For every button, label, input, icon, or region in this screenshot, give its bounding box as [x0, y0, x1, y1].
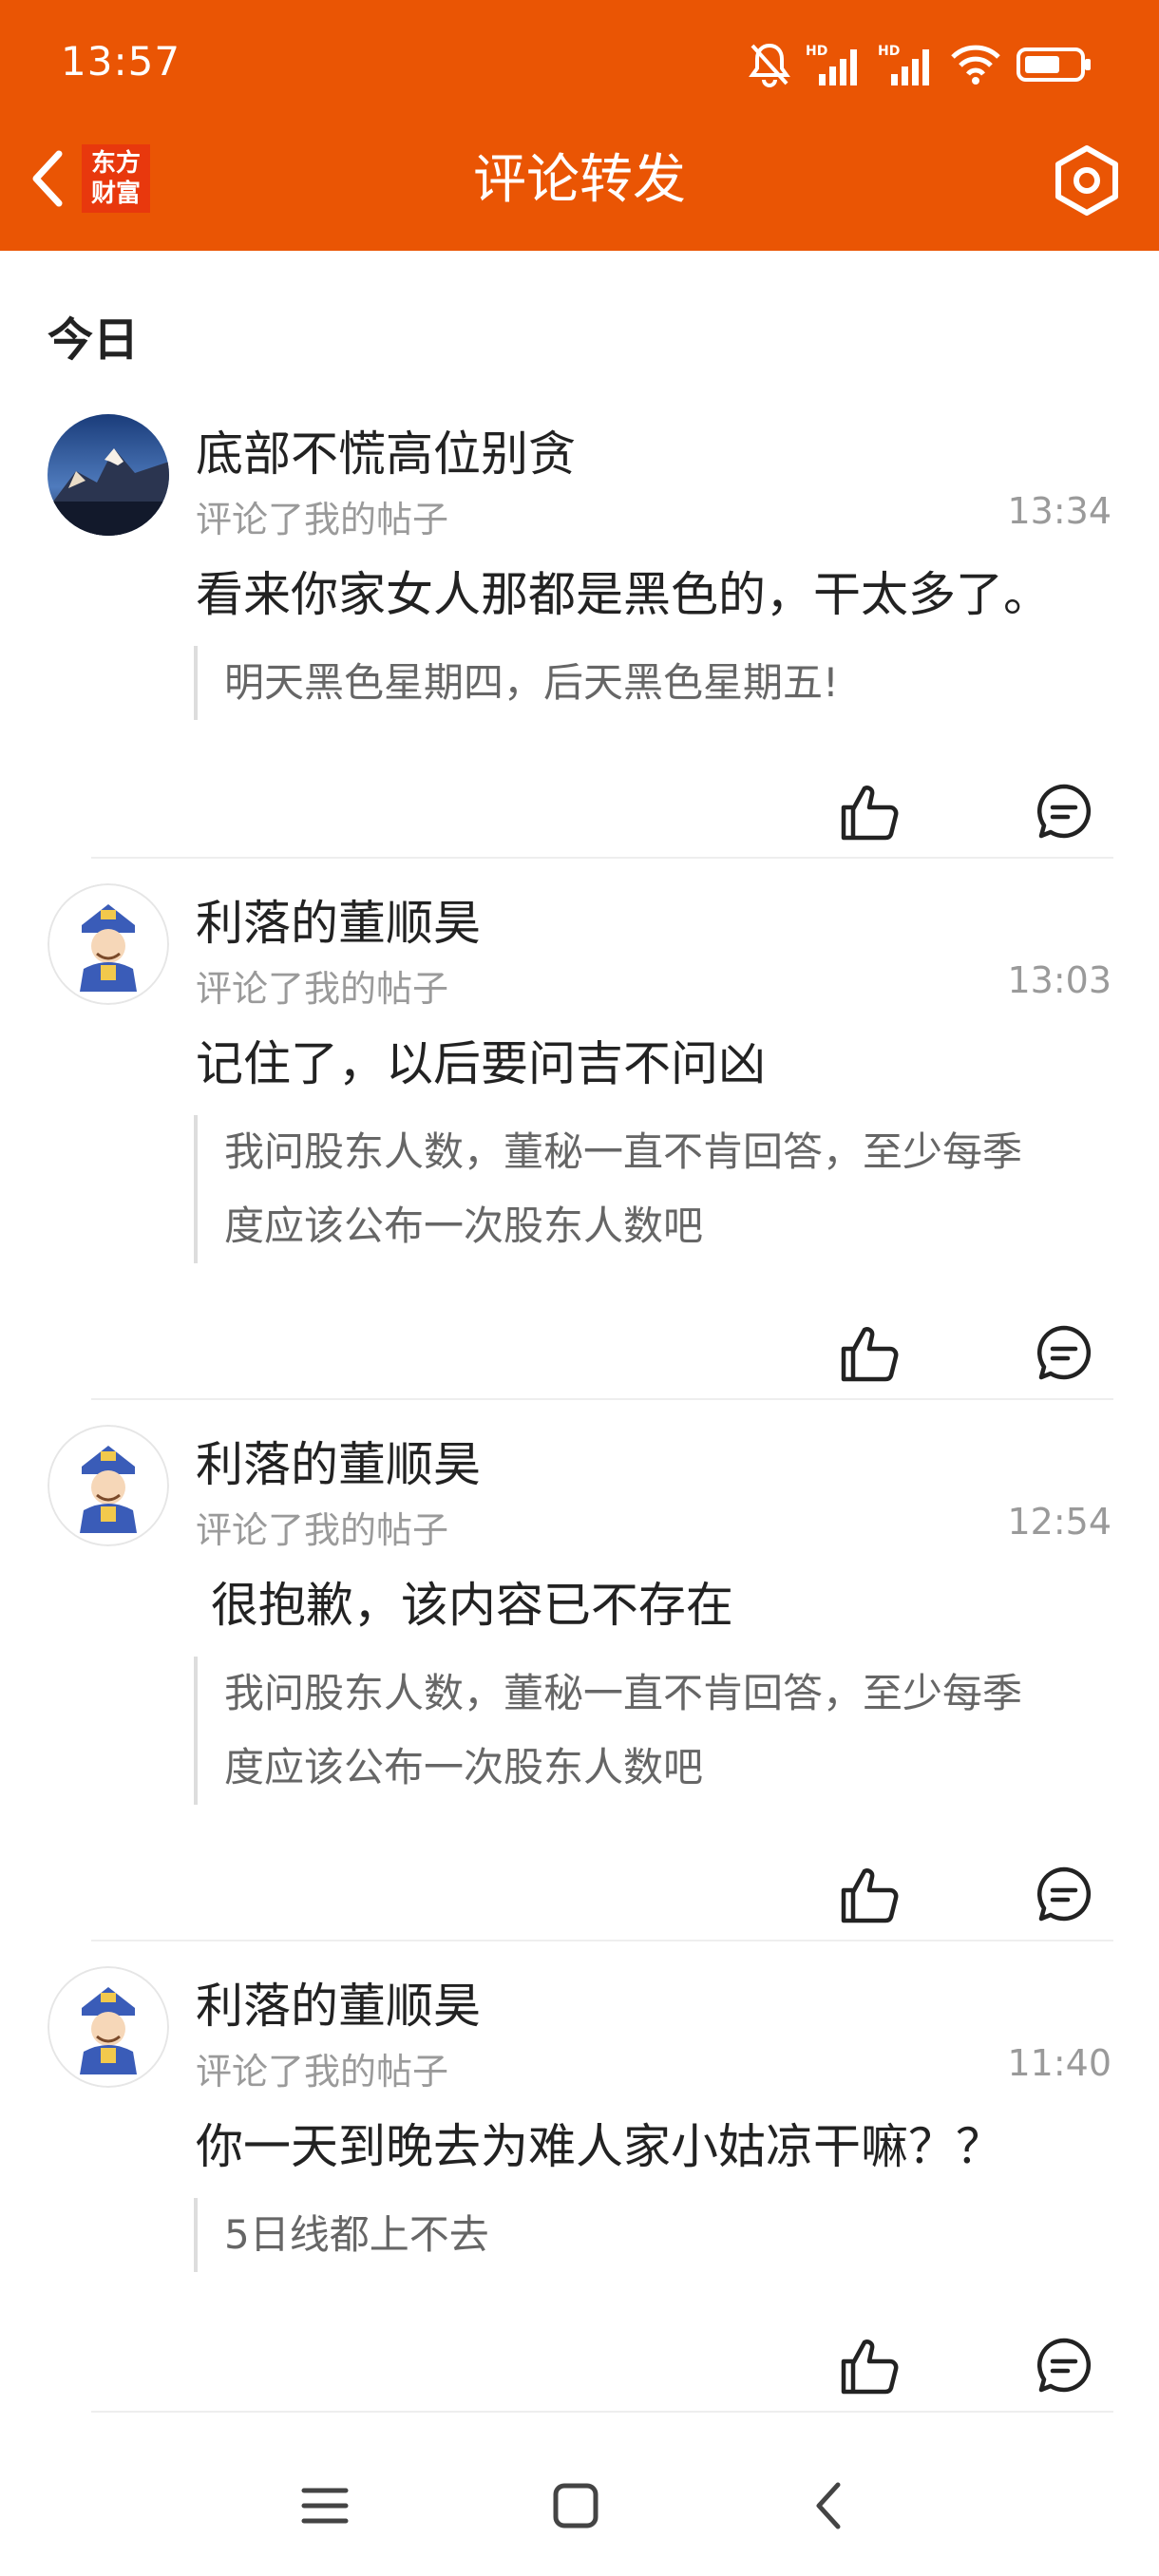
quote-line: 明天黑色星期四，后天黑色星期五! [224, 659, 839, 706]
avatar[interactable] [48, 883, 169, 1005]
comment-bubble-icon [1034, 1322, 1094, 1387]
status-time: 13:57 [61, 38, 181, 85]
settings-button[interactable] [1047, 142, 1127, 222]
section-label-today: 今日 [48, 313, 140, 367]
system-nav-bar [0, 2432, 1159, 2576]
quote-line: 度应该公布一次股东人数吧 [224, 1203, 704, 1249]
top-bar: 13:57 HD HD 东方 财富 评论转发 [0, 0, 1159, 251]
quote-line: 我问股东人数，董秘一直不肯回答，至少每季 [224, 1128, 1023, 1175]
mute-bell-icon [749, 42, 790, 87]
wifi-icon [950, 44, 1001, 85]
thumbs-up-icon [840, 1864, 901, 1928]
home-square-icon [552, 2482, 599, 2533]
reply-button[interactable] [1026, 1858, 1102, 1934]
home-button[interactable] [538, 2470, 614, 2546]
quote-line: 5日线都上不去 [224, 2211, 489, 2258]
thumbs-up-icon [840, 2335, 901, 2399]
thumbs-up-icon [840, 1322, 901, 1387]
divider [91, 1398, 1113, 1400]
quote-line: 度应该公布一次股东人数吧 [224, 1744, 704, 1790]
quoted-post[interactable]: 明天黑色星期四，后天黑色星期五! [194, 646, 1136, 720]
quoted-post[interactable]: 我问股东人数，董秘一直不肯回答，至少每季 度应该公布一次股东人数吧 [194, 1115, 1136, 1263]
action-text: 评论了我的帖子 [196, 1509, 449, 1551]
username[interactable]: 底部不慌高位别贪 [196, 416, 576, 484]
avatar[interactable] [48, 414, 169, 536]
divider [91, 2411, 1113, 2413]
back-nav-button[interactable] [790, 2470, 866, 2546]
comment-text[interactable]: 看来你家女人那都是黑色的，干太多了。 [196, 557, 1117, 625]
quote-line: 我问股东人数，董秘一直不肯回答，至少每季 [224, 1670, 1023, 1716]
action-text: 评论了我的帖子 [196, 499, 449, 540]
action-text: 评论了我的帖子 [196, 968, 449, 1010]
like-button[interactable] [832, 775, 908, 851]
timestamp: 13:03 [1007, 959, 1112, 1001]
svg-text:HD: HD [878, 44, 900, 59]
quoted-post[interactable]: 我问股东人数，董秘一直不肯回答，至少每季 度应该公布一次股东人数吧 [194, 1657, 1136, 1805]
hd-signal-icon: HD [806, 42, 863, 87]
like-button[interactable] [832, 1858, 908, 1934]
comment-text[interactable]: 很抱歉，该内容已不存在 [196, 1567, 1117, 1636]
avatar[interactable] [48, 1425, 169, 1546]
timestamp: 11:40 [1007, 2042, 1112, 2084]
comment-bubble-icon [1034, 781, 1094, 845]
svg-text:HD: HD [806, 44, 827, 59]
username[interactable]: 利落的董顺昊 [196, 1427, 481, 1495]
comment-text[interactable]: 你一天到晚去为难人家小姑凉干嘛？？ [196, 2109, 1117, 2177]
menu-icon [300, 2483, 350, 2532]
thumbs-up-icon [840, 781, 901, 845]
divider [91, 857, 1113, 859]
status-icons: HD HD [749, 36, 1092, 93]
comment-bubble-icon [1034, 1864, 1094, 1928]
hd-signal-icon: HD [878, 42, 935, 87]
gear-icon [1051, 144, 1123, 220]
quoted-post[interactable]: 5日线都上不去 [194, 2198, 1136, 2272]
like-button[interactable] [832, 2329, 908, 2405]
timestamp: 12:54 [1007, 1501, 1112, 1543]
reply-button[interactable] [1026, 1316, 1102, 1392]
reply-button[interactable] [1026, 775, 1102, 851]
page-title: 评论转发 [473, 149, 686, 211]
username[interactable]: 利落的董顺昊 [196, 885, 481, 954]
action-text: 评论了我的帖子 [196, 2051, 449, 2093]
menu-button[interactable] [287, 2470, 363, 2546]
divider [91, 1940, 1113, 1941]
back-triangle-icon [811, 2481, 846, 2534]
battery-icon [1016, 46, 1092, 84]
reply-button[interactable] [1026, 2329, 1102, 2405]
timestamp: 13:34 [1007, 490, 1112, 532]
like-button[interactable] [832, 1316, 908, 1392]
comment-text[interactable]: 记住了，以后要问吉不问凶 [196, 1026, 1117, 1094]
avatar[interactable] [48, 1966, 169, 2088]
comment-bubble-icon [1034, 2335, 1094, 2399]
username[interactable]: 利落的董顺昊 [196, 1968, 481, 2036]
